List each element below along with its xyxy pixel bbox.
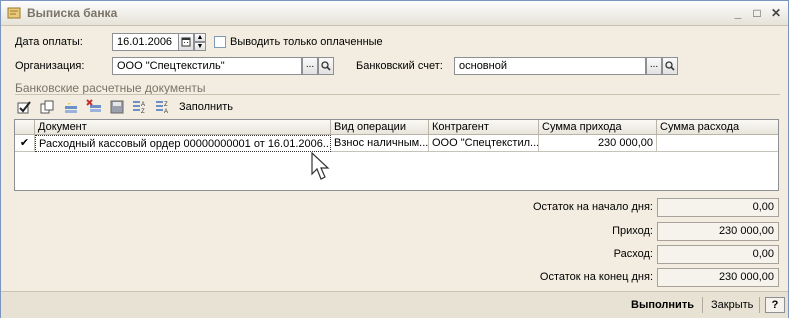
cell-counterparty[interactable]: ООО "Спецтекстил... — [429, 135, 539, 152]
mouse-cursor-icon — [311, 152, 330, 180]
income-label: Приход: — [612, 225, 653, 237]
start-balance-label: Остаток на начало дня: — [532, 201, 653, 213]
run-button[interactable]: Выполнить — [627, 296, 698, 314]
copy-icon[interactable] — [39, 99, 55, 115]
documents-table[interactable]: Документ Вид операции Контрагент Сумма п… — [14, 119, 779, 191]
edit-check-icon[interactable] — [16, 99, 32, 115]
svg-text:A: A — [164, 109, 168, 115]
column-header-counterparty[interactable]: Контрагент — [429, 120, 539, 135]
column-header-operation[interactable]: Вид операции — [331, 120, 429, 135]
payment-date-label: Дата оплаты: — [15, 36, 83, 48]
column-header-expense[interactable]: Сумма расхода — [657, 120, 778, 135]
expense-field: 0,00 — [657, 245, 779, 264]
close-icon[interactable]: ✕ — [768, 5, 784, 21]
delete-row-icon[interactable] — [86, 99, 102, 115]
svg-text:A: A — [141, 102, 145, 108]
start-balance-field: 0,00 — [657, 198, 779, 217]
help-button[interactable]: ? — [765, 297, 785, 313]
form-icon — [7, 7, 21, 19]
cell-expense[interactable] — [657, 135, 778, 152]
cell-document[interactable]: Расходный кассовый ордер 00000000001 от … — [35, 135, 331, 152]
search-icon[interactable] — [662, 57, 678, 75]
date-up-icon[interactable]: ▲ — [194, 33, 206, 42]
svg-text:Z: Z — [164, 102, 168, 108]
cell-income[interactable]: 230 000,00 — [539, 135, 657, 152]
window-title: Выписка банка — [27, 6, 118, 20]
organization-label: Организация: — [15, 60, 85, 72]
maximize-icon[interactable]: □ — [749, 5, 765, 21]
organization-select-button[interactable]: ... — [302, 57, 318, 75]
title-bar[interactable]: Выписка банка _ □ ✕ — [1, 1, 788, 26]
add-row-icon[interactable] — [63, 99, 79, 115]
date-down-icon[interactable]: ▼ — [194, 42, 206, 51]
sort-ascending-icon[interactable]: AZ — [132, 99, 148, 115]
svg-text:Z: Z — [141, 109, 145, 115]
minimize-icon[interactable]: _ — [730, 5, 746, 21]
column-header-document[interactable]: Документ — [35, 120, 331, 135]
sort-descending-icon[interactable]: ZA — [155, 99, 171, 115]
save-icon[interactable] — [109, 99, 125, 115]
end-balance-label: Остаток на конец дня: — [539, 271, 653, 283]
calendar-icon[interactable] — [178, 33, 194, 51]
bottom-bar: Выполнить Закрыть ? — [1, 291, 788, 318]
row-check-icon[interactable]: ✔ — [15, 135, 35, 152]
column-header-income[interactable]: Сумма прихода — [539, 120, 657, 135]
section-title: Банковские расчетные документы — [15, 81, 206, 95]
bank-account-label: Банковский счет: — [356, 60, 443, 72]
cell-operation[interactable]: Взнос наличным... — [331, 135, 429, 152]
search-icon[interactable] — [318, 57, 334, 75]
expense-label: Расход: — [613, 248, 653, 260]
footer-separator — [759, 297, 760, 313]
bank-account-field[interactable]: основной — [454, 57, 646, 75]
income-field: 230 000,00 — [657, 222, 779, 241]
organization-field[interactable]: ООО "Спецтекстиль" — [112, 57, 302, 75]
section-divider — [15, 94, 780, 95]
only-paid-checkbox[interactable] — [214, 36, 226, 48]
fill-button[interactable]: Заполнить — [179, 101, 233, 113]
close-button[interactable]: Закрыть — [707, 296, 757, 314]
footer-separator — [702, 297, 703, 313]
bank-account-select-button[interactable]: ... — [646, 57, 662, 75]
column-header-check[interactable] — [15, 120, 35, 135]
end-balance-field: 230 000,00 — [657, 268, 779, 287]
only-paid-label: Выводить только оплаченные — [230, 36, 383, 48]
bank-statement-window: Выписка банка _ □ ✕ Дата оплаты: 16.01.2… — [0, 0, 789, 318]
